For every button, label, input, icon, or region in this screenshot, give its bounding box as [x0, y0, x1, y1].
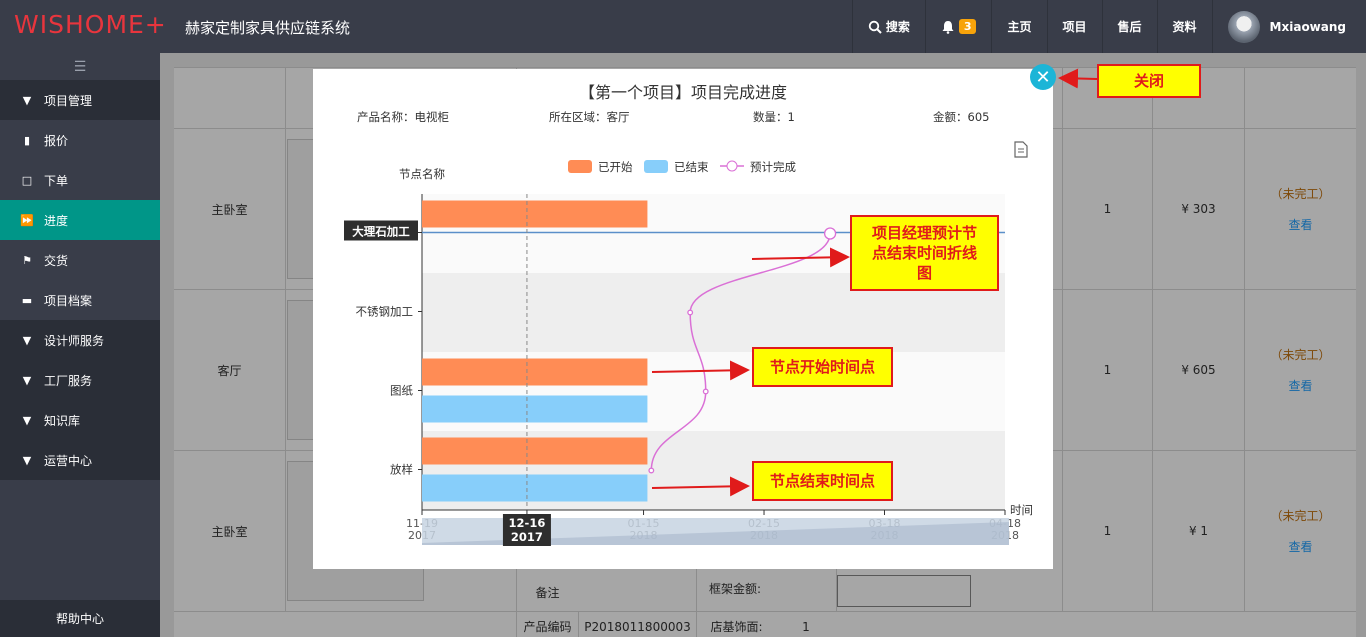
y-tick-label: 图纸	[390, 384, 413, 398]
start-point-callout: 节点开始时间点	[752, 347, 893, 387]
planned-completion-point	[687, 309, 694, 316]
sidebar-item-order[interactable]: □ 下单	[0, 160, 160, 200]
close-callout: 关闭	[1097, 64, 1201, 98]
triangle-down-icon: ▼	[22, 413, 32, 427]
avatar	[1227, 10, 1260, 43]
legend-ended-label: 已结束	[674, 160, 709, 174]
sidebar-item-knowledge-base[interactable]: ▼ 知识库	[0, 400, 160, 440]
calendar-icon: □	[21, 173, 33, 187]
planned-completion-point	[823, 227, 837, 240]
nav-home[interactable]: 主页	[991, 0, 1046, 53]
axis-pointer-label-year: 2017	[511, 530, 543, 544]
nav-after-sales[interactable]: 售后	[1101, 0, 1157, 53]
document-icon: ▮	[23, 133, 31, 147]
axis-pointer-label-date: 12-16	[509, 516, 546, 530]
sidebar-item-factory-service[interactable]: ▼ 工厂服务	[0, 360, 160, 400]
started-bar	[422, 437, 648, 465]
triangle-down-icon: ▼	[22, 373, 32, 387]
sidebar-item-label: 项目档案	[44, 293, 93, 308]
planned-completion-point	[648, 467, 655, 474]
sidebar-item-operations[interactable]: ▼ 运营中心	[0, 440, 160, 480]
started-bar	[422, 200, 648, 228]
sidebar-item-label: 项目管理	[44, 93, 93, 108]
sidebar: ☰ ▼ 项目管理 ▮ 报价 □ 下单 ⏩ 进度 ⚑ 交货 ▬ 项目档案 ▼ 设计师服务 ▼ 工厂…	[0, 53, 160, 637]
close-button[interactable]: ✕	[1030, 64, 1056, 90]
username: Mxiaowang	[1269, 19, 1346, 34]
y-tick-label: 不锈钢加工	[356, 305, 414, 319]
logo[interactable]: WISHOME+	[14, 10, 167, 39]
end-point-callout: 节点结束时间点	[752, 461, 893, 501]
sidebar-item-label: 设计师服务	[44, 333, 105, 348]
ended-bar	[422, 395, 648, 423]
search-icon	[868, 20, 882, 34]
planned-line-callout: 项目经理预计节点结束时间折线图	[850, 215, 999, 291]
sidebar-item-label: 运营中心	[44, 453, 93, 468]
search-label: 搜索	[885, 20, 910, 34]
x-axis-title: 时间	[1010, 503, 1033, 517]
legend-planned-label: 预计完成	[750, 160, 796, 174]
nav-projects[interactable]: 项目	[1046, 0, 1102, 53]
y-tick-label: 大理石加工	[352, 225, 410, 239]
legend: 已开始 已结束 预计完成	[568, 160, 796, 174]
folder-icon: ▬	[21, 293, 33, 307]
sidebar-item-delivery[interactable]: ⚑ 交货	[0, 240, 160, 280]
legend-started-swatch[interactable]	[568, 160, 592, 173]
ended-bar	[422, 474, 648, 502]
save-as-image-icon[interactable]	[1014, 141, 1028, 158]
legend-planned-marker	[726, 160, 738, 172]
sidebar-item-progress[interactable]: ⏩ 进度	[0, 200, 160, 240]
started-bar	[422, 358, 648, 386]
triangle-down-icon: ▼	[22, 453, 32, 467]
fast-forward-icon: ⏩	[20, 213, 34, 227]
bell-icon	[942, 20, 954, 34]
app-title: 赫家定制家具供应链系统	[185, 19, 351, 37]
sidebar-item-archive[interactable]: ▬ 项目档案	[0, 280, 160, 320]
sidebar-item-label: 报价	[44, 133, 69, 148]
close-icon: ✕	[1035, 66, 1051, 88]
triangle-down-icon: ▼	[22, 333, 32, 347]
sidebar-item-label: 知识库	[44, 413, 81, 428]
sidebar-item-label: 交货	[44, 253, 69, 268]
search-button[interactable]: 搜索	[851, 0, 925, 53]
progress-modal: 【第一个项目】项目完成进度 产品名称：电视柜 所在区域：客厅 数量：1 金额：6…	[313, 69, 1053, 569]
help-center-link[interactable]: 帮助中心	[0, 600, 160, 637]
sidebar-item-label: 下单	[44, 173, 69, 188]
notification-button[interactable]: 3	[924, 0, 992, 53]
top-nav: 搜索 3 主页 项目 售后 资料 Mxiaowang	[851, 0, 1366, 53]
triangle-down-icon: ▼	[22, 93, 32, 107]
sidebar-item-label: 进度	[44, 213, 69, 228]
user-menu[interactable]: Mxiaowang	[1211, 0, 1366, 53]
top-bar: WISHOME+ 赫家定制家具供应链系统 搜索 3 主页 项目 售后 资料 Mx…	[0, 0, 1366, 53]
notification-badge: 3	[958, 19, 977, 34]
sidebar-item-quote[interactable]: ▮ 报价	[0, 120, 160, 160]
sidebar-item-label: 工厂服务	[44, 373, 93, 388]
sidebar-item-project-management[interactable]: ▼ 项目管理	[0, 80, 160, 120]
nav-resources[interactable]: 资料	[1156, 0, 1212, 53]
y-tick-label: 放样	[390, 463, 413, 477]
gantt-chart: 已开始 已结束 预计完成 节点名称 时间 11-19201712-1620170…	[344, 141, 1033, 546]
legend-ended-swatch[interactable]	[644, 160, 668, 173]
menu-collapse-icon[interactable]: ☰	[0, 53, 160, 80]
sidebar-item-designer-service[interactable]: ▼ 设计师服务	[0, 320, 160, 360]
legend-started-label: 已开始	[598, 160, 633, 174]
planned-completion-point	[702, 388, 709, 395]
flag-icon: ⚑	[22, 253, 32, 267]
y-axis-title: 节点名称	[399, 167, 445, 181]
